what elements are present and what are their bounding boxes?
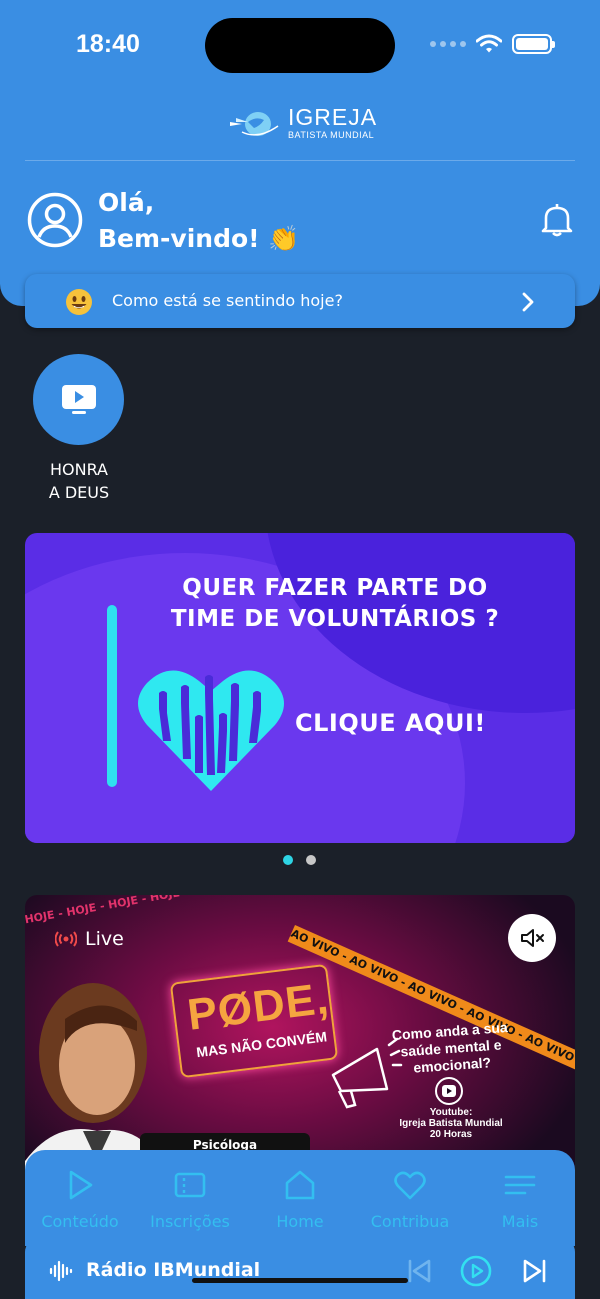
mute-button[interactable] (508, 914, 556, 962)
pager-dot-active[interactable] (283, 855, 293, 865)
tab-inscricoes[interactable]: Inscrições (135, 1168, 245, 1231)
radio-player[interactable]: Rádio IBMundial (25, 1238, 575, 1299)
youtube-label: Youtube: (429, 1107, 473, 1118)
notification-bell-icon[interactable] (540, 202, 574, 238)
skip-forward-icon[interactable] (521, 1257, 549, 1285)
ticket-icon (174, 1172, 206, 1198)
youtube-play-icon (442, 1085, 456, 1097)
youtube-info: Youtube: Igreja Batista Mundial 20 Horas (381, 1107, 521, 1140)
mood-prompt-text: Como está se sentindo hoje? (112, 291, 343, 310)
tab-mais[interactable]: Mais (465, 1168, 575, 1231)
shortcut-label-line2: A DEUS (48, 483, 110, 502)
speaker-muted-icon (521, 929, 544, 947)
youtube-channel: Igreja Batista Mundial (399, 1118, 503, 1129)
youtube-time: 20 Horas (429, 1129, 473, 1140)
audio-wave-icon (49, 1260, 73, 1282)
live-label: Live (85, 928, 124, 950)
heart-icon (394, 1171, 426, 1200)
skip-back-icon[interactable] (405, 1257, 433, 1285)
play-icon (69, 1170, 93, 1200)
heart-hands-icon (138, 670, 284, 791)
banner-headline: QUER FAZER PARTE DO TIME DE VOLUNTÁRIOS … (125, 573, 545, 635)
live-badge: Live (55, 928, 124, 950)
home-indicator (192, 1278, 408, 1283)
banner-headline-line2: TIME DE VOLUNTÁRIOS ? (170, 606, 500, 632)
hoje-tape: - HOJE - HOJE - HOJE - HOJE - HOJE - HOJ… (25, 895, 273, 928)
globe-logo-icon (230, 112, 279, 136)
battery-icon (512, 34, 555, 54)
dynamic-island (205, 18, 395, 73)
banner-accent-bar (107, 605, 117, 787)
tab-label: Mais (501, 1212, 539, 1231)
header-divider (25, 160, 575, 161)
youtube-icon (435, 1077, 463, 1105)
home-icon (285, 1170, 315, 1200)
logo-subtext: BATISTA MUNDIAL (288, 130, 375, 140)
volunteer-banner[interactable]: QUER FAZER PARTE DO TIME DE VOLUNTÁRIOS … (25, 533, 575, 843)
tab-label: Inscrições (150, 1212, 230, 1231)
tab-conteudo[interactable]: Conteúdo (25, 1168, 135, 1231)
tab-label: Contribua (370, 1212, 450, 1231)
tab-contribua[interactable]: Contribua (355, 1168, 465, 1231)
play-circle-icon[interactable] (460, 1255, 492, 1287)
greeting-text: Olá, Bem-vindo! 👏 (98, 185, 299, 257)
signal-icon (430, 41, 466, 47)
menu-icon (504, 1175, 536, 1195)
greeting-line1: Olá, (98, 188, 155, 217)
mood-prompt-button[interactable]: Como está se sentindo hoje? (25, 274, 575, 328)
tab-label: Conteúdo (41, 1212, 119, 1231)
status-time: 18:40 (76, 30, 140, 58)
tab-home[interactable]: Home (245, 1168, 355, 1231)
chevron-right-icon (522, 292, 534, 312)
shortcut-honra-a-deus-button[interactable] (33, 354, 124, 445)
banner-pager (283, 855, 316, 865)
app-header: 18:40 IGREJA BATISTA MUNDIAL Olá, Bem-vi (0, 0, 600, 306)
greeting-line2: Bem-vindo! 👏 (98, 224, 300, 253)
event-question: Como anda a sua saúde mental e emocional… (391, 1019, 509, 1076)
tab-label: Home (276, 1212, 324, 1231)
shortcut-label[interactable]: HONRA A DEUS (30, 458, 128, 504)
bottom-tab-bar: Conteúdo Inscrições Home Contribua Mais (25, 1150, 575, 1246)
profile-avatar-icon[interactable] (27, 192, 83, 248)
event-logo: PØDE, MAS NÃO CONVÉM (169, 963, 339, 1079)
broadcast-icon (55, 931, 77, 947)
status-icons (430, 32, 555, 56)
banner-headline-line1: QUER FAZER PARTE DO (182, 575, 488, 601)
logo-text: IGREJA (288, 104, 378, 130)
pager-dot[interactable] (306, 855, 316, 865)
banner-cta: CLIQUE AQUI! (295, 709, 486, 737)
tv-play-icon (61, 384, 96, 414)
church-logo: IGREJA BATISTA MUNDIAL (228, 106, 377, 140)
smile-emoji-icon (66, 289, 92, 315)
wifi-icon (476, 34, 502, 53)
shortcut-label-line1: HONRA (49, 460, 108, 479)
